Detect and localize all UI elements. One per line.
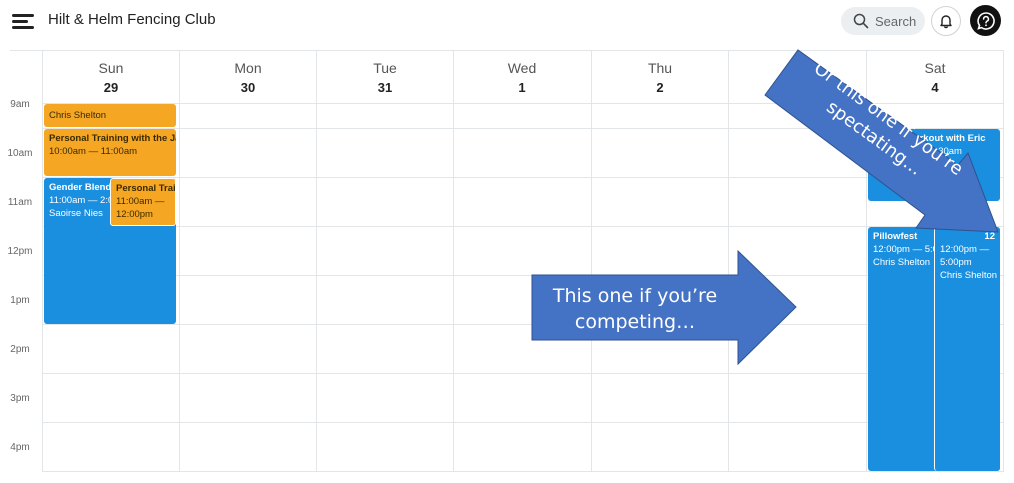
- event-title: Personal Training with the Jarl: [49, 133, 176, 144]
- grid-line: [42, 422, 1004, 423]
- day-header-thu[interactable]: Thu: [592, 60, 728, 76]
- event-host: Chris Shelton: [49, 110, 107, 121]
- time-label-1pm: 1pm: [10, 295, 30, 306]
- grid-line: [42, 373, 1004, 374]
- event-time: 10:00am — 11:00am: [49, 146, 138, 157]
- event-title: 12: [984, 231, 995, 242]
- event-personal-training[interactable]: Personal Training 11:00am — 12:00pm: [110, 178, 176, 226]
- grid-line: [453, 50, 454, 471]
- help-button[interactable]: [970, 5, 1001, 36]
- search-icon: [853, 13, 869, 29]
- search-button[interactable]: Search: [841, 7, 925, 35]
- event-time-start: 11:00am —: [116, 196, 165, 207]
- day-date-tue[interactable]: 31: [317, 80, 453, 95]
- time-label-3pm: 3pm: [10, 393, 30, 404]
- event-personal-training-jarl[interactable]: Personal Training with the Jarl 10:00am …: [44, 129, 176, 176]
- grid-line: [1003, 50, 1004, 471]
- event-time-end: 5:00pm: [940, 257, 972, 268]
- app-title: Hilt & Helm Fencing Club: [48, 11, 216, 28]
- grid-line: [42, 275, 1004, 276]
- grid-line: [728, 50, 729, 471]
- bell-icon: [940, 15, 952, 29]
- time-label-10am: 10am: [7, 148, 33, 159]
- grid-line: [42, 177, 1004, 178]
- grid-line: [179, 50, 180, 471]
- grid-line: [591, 50, 592, 471]
- help-chat-icon: [976, 11, 995, 30]
- event-time-end: 12:00pm: [116, 209, 153, 220]
- event-host: Chris Shelton: [940, 270, 998, 281]
- day-date-mon[interactable]: 30: [180, 80, 316, 95]
- time-label-11am: 11am: [7, 197, 33, 208]
- day-header-sat[interactable]: Sat: [867, 60, 1003, 76]
- event-saturday-overlap[interactable]: 12 12:00pm — 5:00pm Chris Shelton: [934, 227, 1000, 471]
- time-label-12pm: 12pm: [7, 246, 33, 257]
- grid-line: [42, 471, 1004, 472]
- notifications-button[interactable]: [931, 6, 961, 36]
- competing-annotation-line1: This one if you’re: [552, 285, 718, 307]
- day-date-thu[interactable]: 2: [592, 80, 728, 95]
- day-date-sat[interactable]: 4: [867, 80, 1003, 95]
- day-date-sun[interactable]: 29: [43, 80, 179, 95]
- search-label: Search: [875, 13, 917, 29]
- day-header-tue[interactable]: Tue: [317, 60, 453, 76]
- time-label-9am: 9am: [10, 99, 30, 110]
- day-header-wed[interactable]: Wed: [454, 60, 590, 76]
- day-header-sun[interactable]: Sun: [43, 60, 179, 76]
- top-bar: Hilt & Helm Fencing Club Search: [0, 0, 1014, 44]
- grid-line: [42, 226, 1004, 227]
- grid-line: [316, 50, 317, 471]
- day-date-wed[interactable]: 1: [454, 80, 590, 95]
- event-chris-shelton-morning[interactable]: Chris Shelton: [44, 104, 176, 127]
- time-label-4pm: 4pm: [10, 442, 30, 453]
- hamburger-menu-icon[interactable]: [12, 12, 36, 30]
- event-time-start: 12:00pm —: [940, 244, 990, 255]
- day-header-mon[interactable]: Mon: [180, 60, 316, 76]
- grid-line: [10, 50, 1004, 51]
- competing-annotation: This one if you’re competing…: [532, 283, 738, 335]
- competing-annotation-line2: competing…: [574, 311, 696, 333]
- time-label-2pm: 2pm: [10, 344, 30, 355]
- event-title: Personal Training: [116, 183, 176, 194]
- grid-line: [42, 50, 43, 471]
- grid-line: [42, 324, 1004, 325]
